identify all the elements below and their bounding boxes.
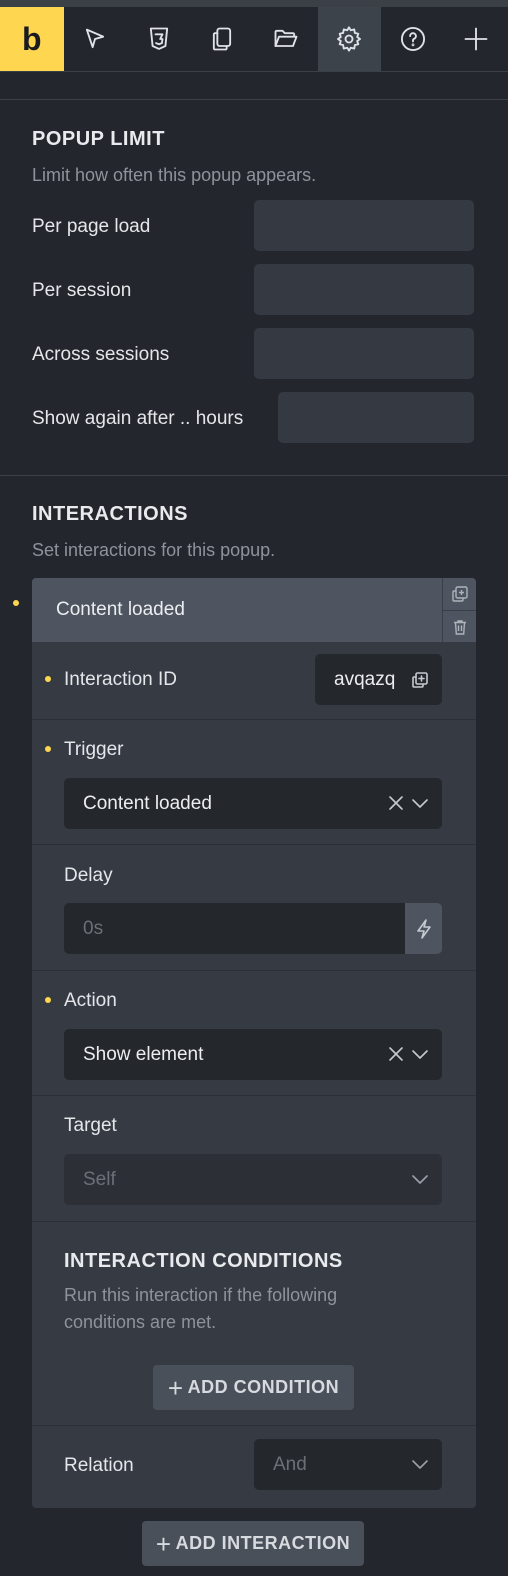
target-label: Target	[64, 1115, 117, 1136]
delay-input[interactable]: 0s	[64, 903, 405, 954]
delay-label: Delay	[64, 865, 113, 886]
relation-select-value: And	[273, 1454, 307, 1475]
chevron-down-icon	[411, 1171, 429, 1192]
plus-icon[interactable]	[445, 7, 508, 71]
across-sessions-label: Across sessions	[32, 344, 170, 365]
action-select-value: Show element	[83, 1044, 204, 1065]
add-interaction-label: ADD INTERACTION	[175, 1533, 351, 1553]
target-select[interactable]: Self	[64, 1154, 442, 1205]
divider	[32, 1221, 476, 1222]
plus-icon: +	[167, 1372, 184, 1403]
action-label: Action	[64, 990, 117, 1011]
interaction-conditions-description-line-2: conditions are met.	[64, 1312, 217, 1332]
interaction-conditions-title: INTERACTION CONDITIONS	[64, 1250, 343, 1272]
show-again-hours-input[interactable]	[278, 392, 474, 443]
divider	[32, 719, 476, 720]
modified-indicator-dot	[45, 997, 51, 1003]
interaction-id-label: Interaction ID	[64, 669, 177, 690]
copy-icon[interactable]	[410, 670, 430, 695]
cursor-icon[interactable]	[64, 7, 128, 71]
popup-limit-title: POPUP LIMIT	[32, 128, 165, 150]
css3-icon[interactable]	[127, 7, 191, 71]
plus-icon: +	[155, 1528, 172, 1559]
modified-indicator-dot	[45, 676, 51, 682]
divider	[0, 71, 508, 72]
trigger-select[interactable]: Content loaded	[64, 778, 442, 829]
divider	[32, 844, 476, 845]
interaction-header-actions	[442, 578, 476, 642]
target-select-value: Self	[83, 1169, 116, 1190]
interaction-panel: Content loaded Interaction ID avqazq Tri…	[32, 578, 476, 1508]
popup-limit-description: Limit how often this popup appears.	[32, 165, 317, 185]
chevron-down-icon	[411, 795, 429, 816]
toolbar: b	[0, 7, 508, 71]
modified-indicator-dot	[13, 600, 19, 606]
clear-icon[interactable]	[388, 795, 404, 816]
divider	[32, 1095, 476, 1096]
add-condition-label: ADD CONDITION	[187, 1377, 340, 1397]
per-page-load-input[interactable]	[254, 200, 474, 251]
show-again-label: Show again after .. hours	[32, 408, 244, 429]
delay-input-placeholder: 0s	[83, 918, 104, 939]
interaction-conditions-description-line-1: Run this interaction if the following	[64, 1285, 338, 1305]
per-page-load-label: Per page load	[32, 216, 151, 237]
interaction-header[interactable]: Content loaded	[32, 578, 476, 642]
interaction-id-field[interactable]: avqazq	[315, 654, 442, 705]
trash-icon[interactable]	[443, 610, 476, 642]
logo-button[interactable]: b	[0, 7, 64, 71]
add-interaction-button[interactable]: + ADD INTERACTION	[142, 1521, 364, 1566]
gear-icon[interactable]	[317, 7, 381, 71]
chevron-down-icon	[411, 1046, 429, 1067]
chevron-down-icon	[411, 1456, 429, 1477]
add-condition-button[interactable]: + ADD CONDITION	[153, 1365, 354, 1410]
per-session-label: Per session	[32, 280, 132, 301]
relation-label: Relation	[64, 1455, 134, 1476]
action-select[interactable]: Show element	[64, 1029, 442, 1080]
logo-letter: b	[21, 20, 42, 57]
divider	[32, 970, 476, 971]
divider	[0, 475, 508, 476]
interaction-id-value: avqazq	[334, 669, 396, 690]
interactions-description: Set interactions for this popup.	[32, 540, 276, 560]
dynamic-data-button[interactable]	[405, 903, 442, 954]
divider	[32, 1425, 476, 1426]
clear-icon[interactable]	[388, 1046, 404, 1067]
interactions-title: INTERACTIONS	[32, 503, 188, 525]
folder-icon[interactable]	[254, 7, 318, 71]
modified-indicator-dot	[45, 746, 51, 752]
interaction-header-title: Content loaded	[56, 599, 185, 620]
help-icon[interactable]	[381, 7, 445, 71]
lightning-icon	[416, 918, 431, 939]
window-top-strip	[0, 0, 508, 7]
divider	[0, 99, 508, 100]
per-session-input[interactable]	[254, 264, 474, 315]
across-sessions-input[interactable]	[254, 328, 474, 379]
trigger-select-value: Content loaded	[83, 793, 212, 814]
relation-select[interactable]: And	[254, 1439, 442, 1490]
trigger-label: Trigger	[64, 739, 124, 760]
pages-icon[interactable]	[191, 7, 255, 71]
duplicate-icon[interactable]	[443, 578, 476, 610]
